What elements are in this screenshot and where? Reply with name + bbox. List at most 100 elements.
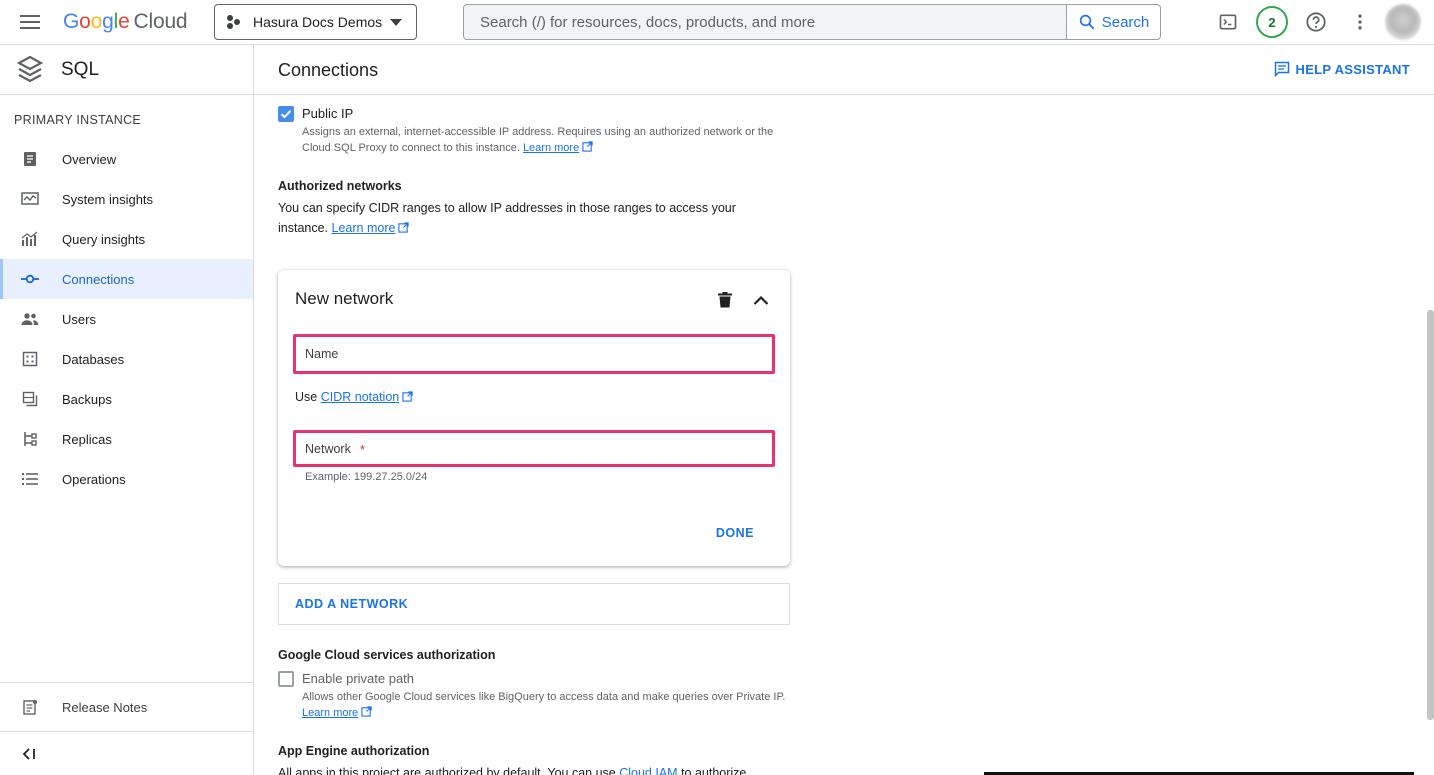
search-input[interactable]: [464, 5, 1067, 39]
page-title: Connections: [278, 60, 379, 80]
logo-letter: g: [102, 10, 114, 33]
menu-icon[interactable]: [20, 12, 42, 32]
sidebar-item-databases[interactable]: Databases: [0, 339, 253, 379]
sidebar-item-connections[interactable]: Connections: [0, 259, 253, 299]
sidebar-item-label: Query insights: [62, 231, 146, 247]
connections-icon: [20, 269, 40, 289]
sidebar-header: SQL: [0, 45, 253, 95]
private-path-checkbox[interactable]: [278, 671, 294, 687]
operations-icon: [20, 469, 40, 489]
databases-icon: [20, 349, 40, 369]
delete-icon[interactable]: [715, 290, 735, 310]
sidebar-item-users[interactable]: Users: [0, 299, 253, 339]
more-vert-icon[interactable]: [1348, 10, 1372, 34]
add-network-button[interactable]: ADD A NETWORK: [278, 583, 790, 625]
cloud-iam-link[interactable]: Cloud IAM: [619, 766, 677, 775]
sidebar-section-label: PRIMARY INSTANCE: [14, 113, 142, 127]
project-icon: [227, 14, 243, 30]
network-name-field: [293, 334, 775, 374]
sidebar-item-label: Operations: [62, 471, 126, 487]
cidr-notation-link[interactable]: CIDR notation: [321, 390, 400, 404]
public-ip-label: Public IP: [302, 106, 354, 121]
check-icon: [280, 110, 292, 119]
new-network-title: New network: [295, 289, 394, 308]
collapse-sidebar-button[interactable]: [0, 731, 253, 775]
private-path-hint-text: Allows other Google Cloud services like …: [302, 691, 786, 703]
app-engine-text: All apps in this project are authorized …: [278, 763, 798, 775]
search-button-label: Search: [1101, 13, 1150, 31]
private-path-learn-more-link[interactable]: Learn more: [302, 707, 358, 719]
release-notes-icon: [20, 697, 40, 717]
external-link-icon: [398, 222, 410, 233]
sidebar-item-system-insights[interactable]: System insights: [0, 179, 253, 219]
chat-icon: [1274, 61, 1289, 77]
search-icon: [1079, 14, 1095, 30]
sidebar-item-replicas[interactable]: Replicas: [0, 419, 253, 459]
required-asterisk: *: [360, 443, 365, 457]
sidebar-item-query-insights[interactable]: Query insights: [0, 219, 253, 259]
notifications-badge[interactable]: 2: [1256, 6, 1288, 38]
chevron-up-icon[interactable]: [751, 290, 771, 310]
help-assistant-label: HELP ASSISTANT: [1295, 61, 1410, 77]
chevron-down-icon: [390, 19, 402, 26]
logo-letter: e: [118, 10, 130, 33]
network-name-input[interactable]: [296, 337, 772, 371]
sidebar-item-label: System insights: [62, 191, 154, 207]
sidebar-item-label: Databases: [62, 351, 125, 367]
sidebar-item-operations[interactable]: Operations: [0, 459, 253, 499]
cidr-hint-prefix: Use: [295, 390, 318, 404]
network-example-hint: Example: 199.27.25.0/24: [305, 471, 428, 483]
project-selector[interactable]: Hasura Docs Demos: [214, 4, 417, 40]
sidebar-item-label: Overview: [62, 151, 117, 167]
search-button[interactable]: Search: [1066, 5, 1160, 39]
cidr-hint: Use CIDR notation: [295, 390, 413, 404]
avatar[interactable]: [1385, 4, 1421, 40]
external-link-icon: [361, 706, 372, 717]
app-engine-text-end: to authorize: [681, 766, 747, 775]
app-engine-title: App Engine authorization: [278, 744, 430, 758]
sidebar-item-label: Backups: [62, 391, 112, 407]
sidebar-item-label: Connections: [62, 271, 135, 287]
sidebar-item-overview[interactable]: Overview: [0, 139, 253, 179]
public-ip-hint: Assigns an external, internet-accessible…: [302, 124, 792, 156]
app-engine-text-start: All apps in this project are authorized …: [278, 766, 616, 775]
google-cloud-logo[interactable]: Google Cloud: [63, 10, 188, 34]
collapse-left-icon: [22, 747, 35, 760]
authorized-networks-learn-more-link[interactable]: Learn more: [332, 221, 396, 235]
users-icon: [20, 309, 40, 329]
sidebar-item-backups[interactable]: Backups: [0, 379, 253, 419]
system-insights-icon: [20, 189, 40, 209]
search-bar: Search: [463, 4, 1161, 40]
query-insights-icon: [20, 229, 40, 249]
top-bar: GoogleCloud Hasura Docs Demos Search 2: [0, 0, 1434, 45]
external-link-icon: [582, 141, 593, 152]
scrollbar-thumb[interactable]: [1427, 310, 1434, 720]
public-ip-checkbox[interactable]: [278, 106, 294, 122]
sidebar-item-label: Replicas: [62, 431, 112, 447]
help-icon[interactable]: [1304, 10, 1328, 34]
logo-letter: o: [79, 10, 91, 33]
logo-letter: G: [63, 10, 80, 33]
logo-suffix: Cloud: [133, 10, 188, 33]
sidebar: SQL PRIMARY INSTANCE Overview System ins…: [0, 45, 254, 775]
external-link-icon: [402, 391, 413, 402]
product-title: SQL: [61, 58, 100, 80]
help-assistant-button[interactable]: HELP ASSISTANT: [1274, 61, 1410, 77]
sidebar-footer: Release Notes: [0, 682, 253, 731]
sidebar-nav: Overview System insights Query insights …: [0, 139, 253, 499]
authorized-networks-text: You can specify CIDR ranges to allow IP …: [278, 198, 758, 238]
gcs-authorization-title: Google Cloud services authorization: [278, 648, 496, 662]
terminal-icon[interactable]: [1216, 10, 1240, 34]
network-cidr-field: *: [293, 430, 775, 467]
network-cidr-input[interactable]: [296, 433, 772, 464]
release-notes-link[interactable]: Release Notes: [0, 683, 253, 731]
public-ip-learn-more-link[interactable]: Learn more: [523, 142, 579, 154]
replicas-icon: [20, 429, 40, 449]
sql-product-icon: [17, 55, 43, 82]
sidebar-item-label: Users: [62, 311, 96, 327]
done-button[interactable]: DONE: [716, 526, 754, 540]
logo-letter: o: [90, 10, 103, 33]
authorized-networks-title: Authorized networks: [278, 179, 402, 193]
private-path-label: Enable private path: [302, 671, 415, 686]
overview-icon: [20, 149, 40, 169]
